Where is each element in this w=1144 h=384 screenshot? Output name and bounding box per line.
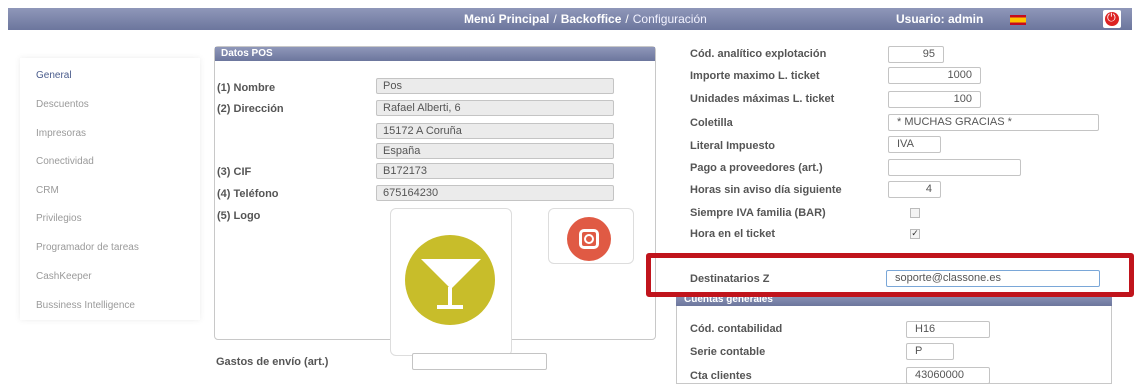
- direccion-line-1[interactable]: Rafael Alberti, 6: [376, 100, 614, 116]
- cocktail-glass-icon: [421, 259, 481, 289]
- datos-pos-title: Datos POS: [215, 47, 655, 61]
- hora-ticket-label: Hora en el ticket: [690, 228, 775, 240]
- breadcrumb-menu-principal[interactable]: Menú Principal: [464, 12, 549, 26]
- top-bar: Menú Principal / Backoffice / Configuración …: [8, 8, 1132, 30]
- telefono-field[interactable]: 675164230: [376, 185, 614, 201]
- sidebar-item-cashkeeper[interactable]: CashKeeper: [36, 271, 92, 282]
- breadcrumb-separator: /: [625, 12, 629, 26]
- breadcrumb-separator: /: [553, 12, 557, 26]
- pago-proveedores-input[interactable]: [888, 159, 1021, 176]
- cod-analitico-input[interactable]: 95: [888, 46, 944, 63]
- sidebar-item-impresoras[interactable]: Impresoras: [36, 128, 86, 139]
- importe-max-label: Importe maximo L. ticket: [690, 70, 820, 82]
- serie-contable-input[interactable]: P: [906, 343, 954, 360]
- importe-max-input[interactable]: 1000: [888, 67, 981, 84]
- cocktail-stem-icon: [448, 287, 452, 307]
- logo-image[interactable]: [390, 208, 512, 356]
- cta-clientes-label: Cta clientes: [690, 370, 752, 382]
- cod-contabilidad-label: Cód. contabilidad: [690, 323, 783, 335]
- literal-impuesto-input[interactable]: IVA: [888, 136, 941, 153]
- direccion-line-2[interactable]: 15172 A Coruña: [376, 123, 614, 139]
- gastos-envio-label: Gastos de envío (art.): [216, 356, 329, 368]
- horas-sin-aviso-input[interactable]: 4: [888, 181, 941, 198]
- cocktail-base-icon: [437, 305, 463, 309]
- telefono-label: (4) Teléfono: [217, 188, 279, 200]
- sidebar-item-crm[interactable]: CRM: [36, 185, 59, 196]
- sidebar-item-programador[interactable]: Programador de tareas: [36, 242, 139, 253]
- gastos-envio-input[interactable]: [412, 353, 547, 370]
- cta-clientes-input[interactable]: 43060000: [906, 367, 990, 384]
- sidebar: General Descuentos Impresoras Conectivid…: [20, 58, 200, 320]
- unidades-max-input[interactable]: 100: [888, 91, 981, 108]
- hora-ticket-checkbox[interactable]: ✓: [910, 229, 920, 239]
- cif-label: (3) CIF: [217, 166, 252, 178]
- serie-contable-label: Serie contable: [690, 346, 766, 358]
- literal-impuesto-label: Literal Impuesto: [690, 140, 775, 152]
- cif-field[interactable]: B172173: [376, 163, 614, 179]
- siempre-iva-label: Siempre IVA familia (BAR): [690, 207, 826, 219]
- sidebar-item-conectividad[interactable]: Conectividad: [36, 156, 94, 167]
- instagram-icon: [567, 217, 611, 261]
- nombre-field[interactable]: Pos: [376, 78, 614, 94]
- power-icon[interactable]: [1103, 10, 1121, 28]
- spain-flag-icon[interactable]: [1010, 15, 1026, 25]
- breadcrumb-configuracion: Configuración: [632, 12, 707, 26]
- direccion-line-3[interactable]: España: [376, 143, 614, 159]
- user-label: Usuario: admin: [896, 12, 984, 26]
- breadcrumb: Menú Principal / Backoffice / Configuración: [464, 12, 707, 26]
- sidebar-item-privilegios[interactable]: Privilegios: [36, 213, 82, 224]
- logo-label: (5) Logo: [217, 210, 261, 222]
- coletilla-input[interactable]: * MUCHAS GRACIAS *: [888, 114, 1099, 131]
- cod-contabilidad-input[interactable]: H16: [906, 321, 990, 338]
- coletilla-label: Coletilla: [690, 117, 733, 129]
- sidebar-item-descuentos[interactable]: Descuentos: [36, 99, 89, 110]
- unidades-max-label: Unidades máximas L. ticket: [690, 93, 835, 105]
- social-image[interactable]: [548, 208, 634, 264]
- sidebar-item-bi[interactable]: Bussiness Intelligence: [36, 300, 135, 311]
- pago-proveedores-label: Pago a proveedores (art.): [690, 162, 823, 174]
- direccion-label: (2) Dirección: [217, 103, 284, 115]
- horas-sin-aviso-label: Horas sin aviso día siguiente: [690, 184, 842, 196]
- breadcrumb-backoffice[interactable]: Backoffice: [561, 12, 622, 26]
- siempre-iva-checkbox[interactable]: [910, 208, 920, 218]
- nombre-label: (1) Nombre: [217, 82, 276, 94]
- highlight-box: [646, 253, 1134, 297]
- cod-analitico-label: Cód. analítico explotación: [690, 48, 827, 60]
- sidebar-item-general[interactable]: General: [36, 70, 72, 81]
